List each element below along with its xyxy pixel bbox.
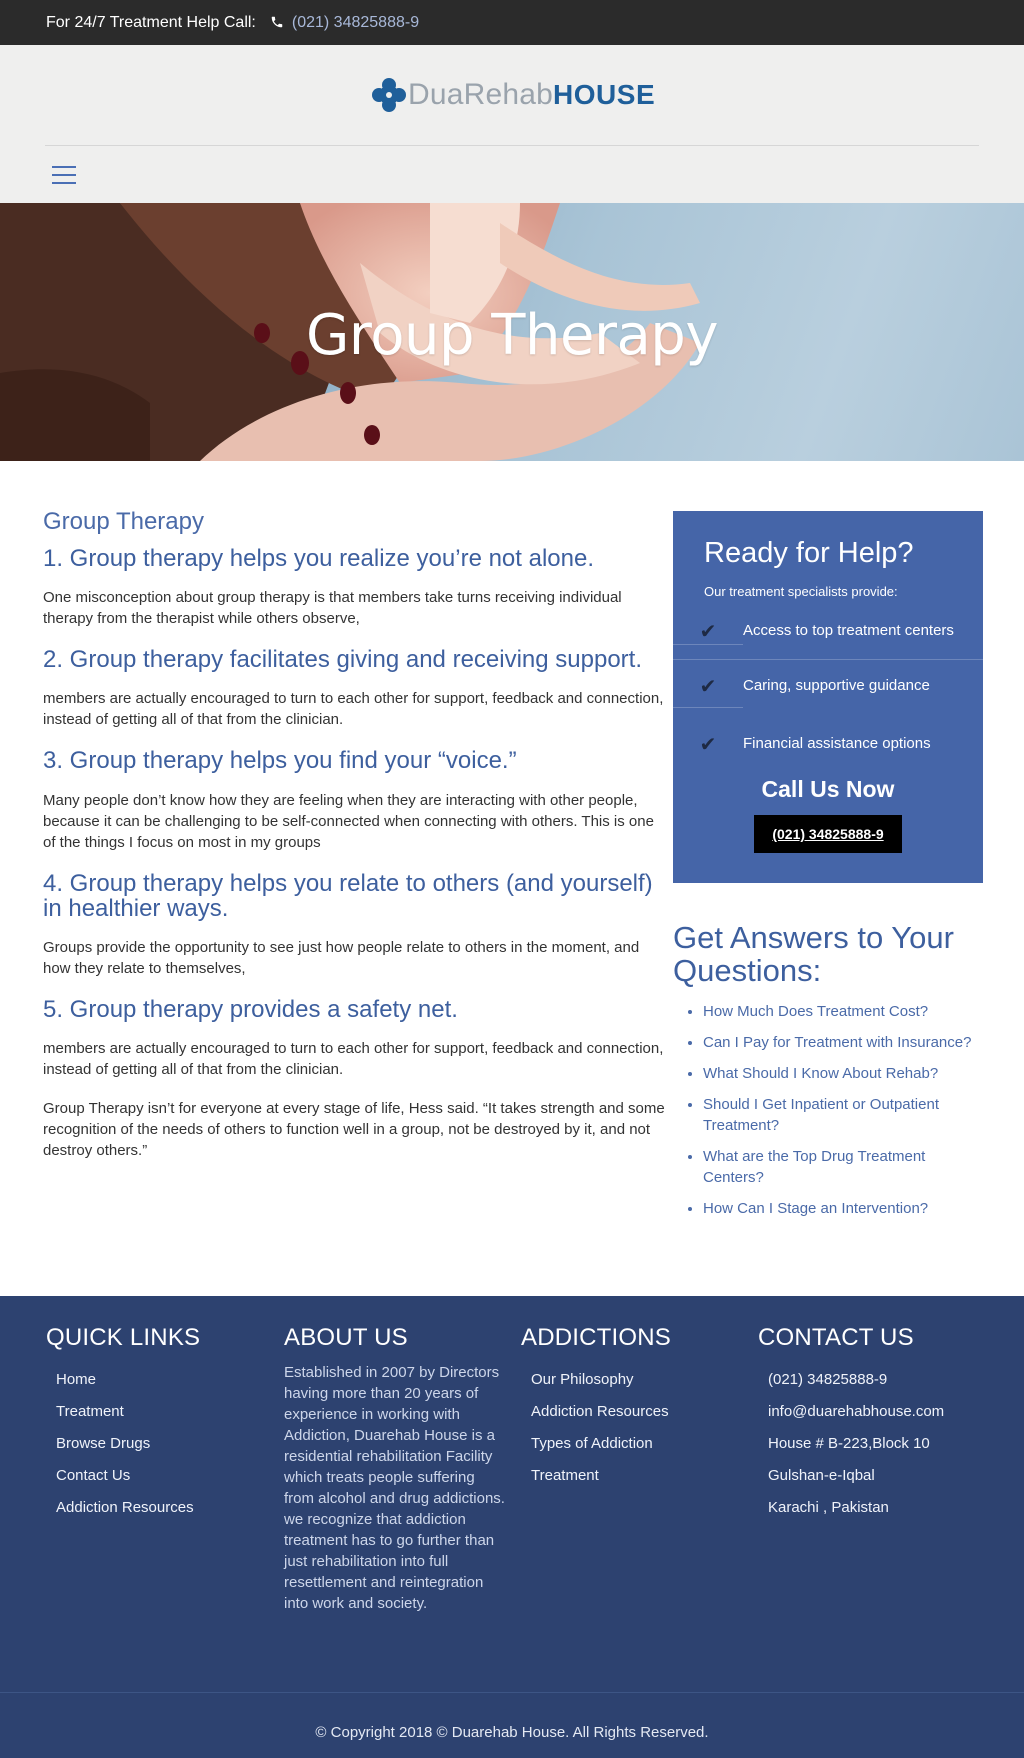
help-panel: Ready for Help? Our treatment specialist… [673,511,983,883]
footer-contact-address: House # B-223,Block 10 [768,1435,930,1452]
answers-title: Get Answers to Your Questions: [673,920,954,988]
cross-logo-icon [372,78,406,112]
answer-link-label[interactable]: How Much Does Treatment Cost? [703,1003,928,1020]
answer-link[interactable]: Should I Get Inpatient or Outpatient Tre… [703,1094,983,1136]
phone-icon [270,15,286,31]
help-title: Ready for Help? [704,537,914,569]
section-heading: 3. Group therapy helps you find your “vo… [43,747,517,775]
footer-heading: QUICK LINKS [46,1324,201,1351]
footer-divider [0,1692,1024,1693]
footer-heading: CONTACT US [758,1324,914,1351]
footer-link[interactable]: Treatment [531,1466,741,1486]
sidebar: Ready for Help? Our treatment specialist… [673,511,983,1229]
footer-heading: ADDICTIONS [521,1324,672,1351]
footer-about: ABOUT US Established in 2007 by Director… [284,1324,506,1614]
closing-paragraph: Group Therapy isn’t for everyone at ever… [43,1100,665,1160]
footer-about-text: Established in 2007 by Directors having … [284,1364,505,1612]
header-divider [45,145,979,146]
footer-link[interactable]: Browse Drugs [56,1434,256,1454]
footer-link[interactable]: Home [56,1370,256,1390]
checkmark-icon: ✔ [673,615,743,645]
footer-link[interactable]: Contact Us [56,1466,256,1486]
logo-text-bold: HOUSE [553,79,656,110]
answers-section: Get Answers to Your Questions: How Much … [673,921,983,1219]
section-heading: 1. Group therapy helps you realize you’r… [43,545,595,572]
answers-list: How Much Does Treatment Cost? Can I Pay … [673,1001,983,1219]
footer-link[interactable]: Addiction Resources [56,1498,256,1518]
footer-contact-email[interactable]: info@duarehabhouse.com [768,1402,998,1422]
footer-link[interactable]: Our Philosophy [531,1370,741,1390]
footer-quick-links: QUICK LINKS Home Treatment Browse Drugs … [46,1324,256,1530]
answer-link[interactable]: Can I Pay for Treatment with Insurance? [703,1032,983,1053]
topbar-phone-link[interactable]: (021) 34825888-9 [292,14,419,32]
section-body: Groups provide the opportunity to see ju… [43,938,640,977]
checkmark-icon: ✔ [673,670,743,708]
footer-addictions: ADDICTIONS Our Philosophy Addiction Reso… [521,1324,741,1498]
answer-link-label[interactable]: What Should I Know About Rehab? [703,1065,938,1082]
footer-link[interactable]: Addiction Resources [531,1402,741,1422]
section-body: Many people don’t know how they are feel… [43,791,654,851]
answer-link-label[interactable]: What are the Top Drug Treatment Centers? [703,1148,925,1186]
answer-link[interactable]: What Should I Know About Rehab? [703,1063,983,1084]
section-body: One misconception about group therapy is… [43,589,622,628]
footer-link[interactable]: Types of Addiction [531,1434,741,1454]
help-list: ✔ Access to top treatment centers ✔ Cari… [673,615,983,758]
hero-banner: Group Therapy [0,203,1024,461]
helpline-label: For 24/7 Treatment Help Call: [46,13,256,31]
answer-link-label[interactable]: Can I Pay for Treatment with Insurance? [703,1034,971,1051]
top-bar: For 24/7 Treatment Help Call: (021) 3482… [0,0,1024,45]
section-body: members are actually encouraged to turn … [43,690,664,729]
help-item-label: Financial assistance options [743,735,931,752]
answer-link[interactable]: What are the Top Drug Treatment Centers? [703,1146,983,1188]
section-heading: 5. Group therapy provides a safety net. [43,995,458,1023]
footer-contact-address: Gulshan-e-Iqbal [768,1467,875,1484]
call-us-heading: Call Us Now [761,776,895,802]
call-now-button[interactable]: (021) 34825888-9 [754,815,902,853]
help-subtitle: Our treatment specialists provide: [704,584,898,599]
answer-link[interactable]: How Much Does Treatment Cost? [703,1001,983,1022]
help-item-label: Access to top treatment centers [743,622,954,639]
footer-heading: ABOUT US [284,1324,408,1351]
help-item: ✔ Financial assistance options [673,718,983,758]
answer-link[interactable]: How Can I Stage an Intervention? [703,1198,983,1219]
page-title: Group Therapy [43,508,204,535]
section-heading: 2. Group therapy facilitates giving and … [43,646,643,674]
footer-contact: CONTACT US (021) 34825888-9 info@duareha… [758,1324,998,1530]
section-heading: 4. Group therapy helps you relate to oth… [43,869,653,922]
footer-link[interactable]: Treatment [56,1402,256,1422]
site-header: DuaRehab HOUSE [0,45,1024,203]
section-body: members are actually encouraged to turn … [43,1040,664,1079]
footer-contact-address: Karachi , Pakistan [768,1499,889,1516]
site-logo[interactable]: DuaRehab HOUSE [372,78,655,112]
help-item-label: Caring, supportive guidance [743,677,930,694]
hamburger-menu-icon[interactable] [52,166,76,186]
help-item: ✔ Access to top treatment centers [673,615,983,660]
site-footer: QUICK LINKS Home Treatment Browse Drugs … [0,1296,1024,1758]
answer-link-label[interactable]: How Can I Stage an Intervention? [703,1200,928,1217]
footer-contact-phone[interactable]: (021) 34825888-9 [768,1370,998,1390]
help-item: ✔ Caring, supportive guidance [673,660,983,718]
answer-link-label[interactable]: Should I Get Inpatient or Outpatient Tre… [703,1096,939,1134]
logo-text-light: DuaRehab [408,78,554,111]
checkmark-icon: ✔ [699,734,717,756]
hero-title: Group Therapy [306,303,718,368]
main-content: Group Therapy 1. Group therapy helps you… [43,508,668,1179]
copyright-text: © Copyright 2018 © Duarehab House. All R… [315,1724,709,1741]
